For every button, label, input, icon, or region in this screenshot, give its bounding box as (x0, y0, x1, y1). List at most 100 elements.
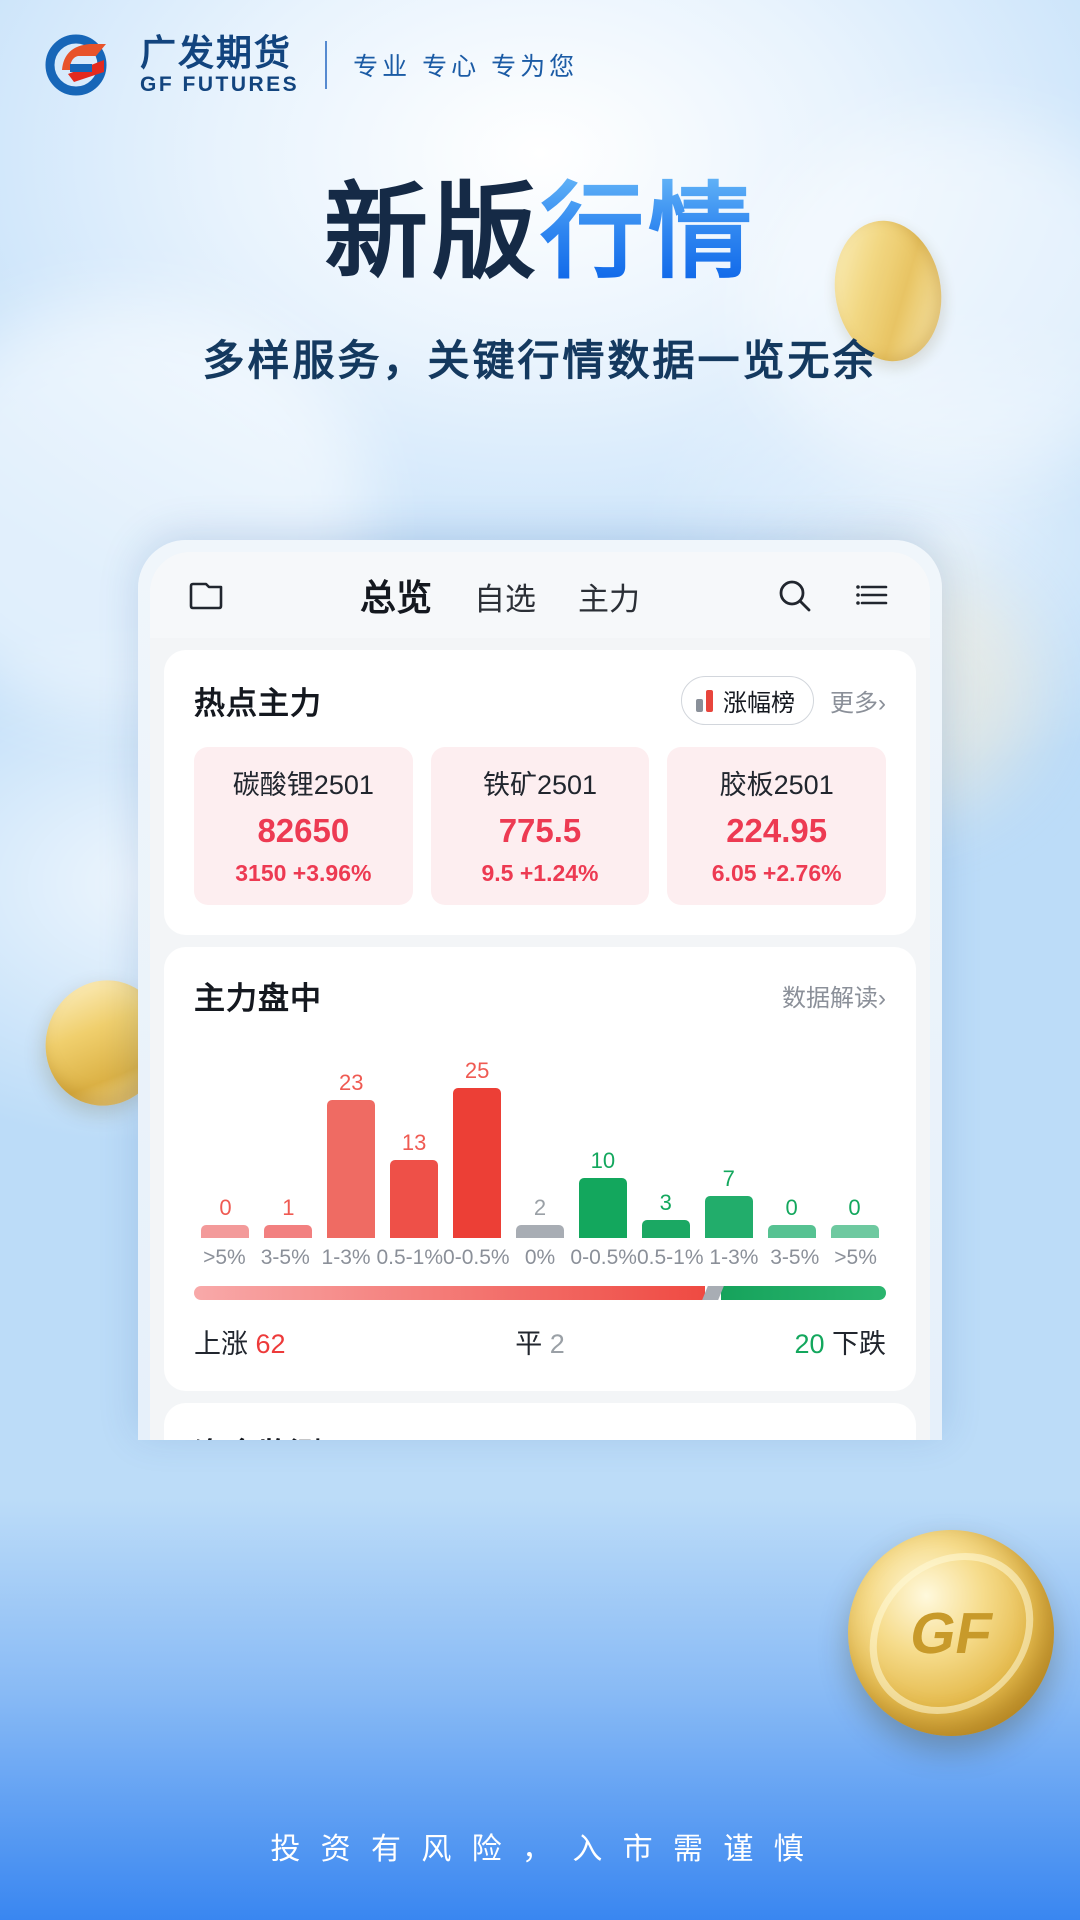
brand-divider (325, 41, 328, 89)
chart-bar-column: 3 (634, 1048, 697, 1238)
chart-x-label: 1-3% (321, 1246, 371, 1269)
updown-summary: 上涨 62 平 2 20 下跌 (194, 1322, 886, 1361)
stat-down-value: 20 (794, 1329, 825, 1359)
gainers-rank-badge[interactable]: 涨幅榜 (681, 676, 814, 725)
page-title: 新版行情 (0, 175, 1080, 291)
brand-slogan: 专业 专心 专为您 (353, 53, 579, 81)
chart-bar-column: 1 (257, 1048, 320, 1238)
tab-overview[interactable]: 总览 (360, 569, 432, 621)
coin-decoration: GF (848, 1530, 1054, 1736)
gf-logo-icon (44, 30, 114, 100)
hot-tile-name: 碳酸锂2501 (232, 770, 374, 800)
hero-title-blue: 行情 (540, 175, 757, 291)
stat-up: 上涨 62 (194, 1322, 425, 1361)
chart-x-label: 0-0.5% (443, 1246, 510, 1269)
tab-watchlist[interactable]: 自选 (474, 574, 536, 619)
chart-bar-value: 23 (339, 1070, 364, 1095)
data-analysis-link[interactable]: 数据解读› (782, 978, 886, 1013)
distribution-chart: 0 1 23 13 25 2 10 3 7 0 0 >5% 3-5% 1-3% 0.5-1% 0-0.5% 0… (194, 1048, 886, 1361)
chart-bar-column: 10 (571, 1048, 634, 1238)
gainers-rank-label: 涨幅榜 (723, 690, 795, 717)
tab-main-force[interactable]: 主力 (578, 574, 640, 619)
chart-bar-column: 7 (697, 1048, 760, 1238)
chart-bar (201, 1225, 250, 1238)
chart-x-label: 0.5-1% (376, 1246, 444, 1269)
hot-tile-change: 3150 +3.96% (235, 860, 372, 886)
chart-bar-value: 0 (219, 1195, 232, 1220)
fund-monitor-card: 资金监测 更多› 净流入TOP3 1 氧化铝2501 3.69亿 (164, 1403, 916, 1440)
app-tabs: 总览 自选 主力 (228, 569, 772, 621)
chart-x-axis: >5% 3-5% 1-3% 0.5-1% 0-0.5% 0% 0-0.5% 0.5-1% 1-3… (194, 1246, 886, 1270)
chart-bar (515, 1225, 564, 1238)
app-navbar-actions (772, 573, 896, 617)
section-title-fund: 资金监测 (194, 1429, 322, 1440)
card-header-actions: 涨幅榜 更多› (681, 676, 886, 725)
hot-main-force-card: 热点主力 涨幅榜 更多› 碳酸锂2501 82650 3150 +3.96% 铁… (164, 650, 916, 935)
chart-bar (578, 1178, 627, 1238)
hot-tile[interactable]: 铁矿2501 775.5 9.5 +1.24% (430, 747, 650, 905)
brand-name-cn: 广发期货 (140, 32, 293, 73)
stat-up-label: 上涨 (194, 1329, 248, 1359)
stat-down: 20 下跌 (655, 1322, 886, 1361)
stat-flat-label: 平 (515, 1329, 543, 1359)
chart-bar-column: 0 (823, 1048, 886, 1238)
hot-tile-name: 胶板2501 (719, 770, 834, 800)
chart-bar-column: 23 (320, 1048, 383, 1238)
app-navbar: 总览 自选 主力 (150, 552, 930, 638)
hero-title-dark: 新版 (323, 175, 540, 291)
fund-more-link[interactable]: 更多› (830, 1434, 886, 1440)
phone-mockup: 总览 自选 主力 热点主力 涨幅榜 更多› 碳酸锂2501 82650 3150… (138, 540, 942, 1440)
stat-up-value: 62 (255, 1329, 286, 1359)
chart-bar-column: 0 (194, 1048, 257, 1238)
brand-name-en: GF FUTURES (140, 73, 300, 96)
chart-bar-value: 0 (785, 1195, 798, 1220)
list-icon[interactable] (852, 573, 896, 617)
card-header: 资金监测 更多› (194, 1429, 886, 1440)
hot-tile-change: 6.05 +2.76% (711, 860, 842, 886)
chart-bar-value: 25 (464, 1058, 490, 1083)
chart-bar-value: 3 (659, 1190, 672, 1215)
chart-x-label: 3-5% (770, 1246, 820, 1269)
stat-down-label: 下跌 (832, 1329, 887, 1359)
ratio-up-segment (194, 1286, 705, 1300)
hot-tile-change: 9.5 +1.24% (481, 860, 599, 886)
card-header: 热点主力 涨幅榜 更多› (194, 676, 886, 725)
chevron-right-icon: › (878, 985, 886, 1012)
search-icon[interactable] (772, 573, 816, 617)
chart-bar-value: 10 (590, 1148, 616, 1173)
hot-more-link[interactable]: 更多› (830, 683, 886, 718)
brand-wordmark: 广发期货 GF FUTURES (140, 32, 300, 96)
rank-bars-icon (696, 689, 713, 712)
chart-x-label: 0% (524, 1246, 556, 1269)
hero-section: 新版行情 多样服务，关键行情数据一览无余 (0, 175, 1080, 388)
chart-bar-value: 1 (282, 1195, 295, 1220)
main-force-board-card: 主力盘中 数据解读› 0 1 23 13 25 2 10 3 7 0 0 >5% 3-5% 1-3% 0.… (164, 947, 916, 1391)
folder-icon[interactable] (184, 573, 228, 617)
chevron-right-icon: › (878, 690, 886, 717)
hot-tile-price: 775.5 (498, 812, 582, 849)
hot-tiles: 碳酸锂2501 82650 3150 +3.96% 铁矿2501 775.5 9… (194, 747, 887, 905)
chart-bar (264, 1225, 313, 1238)
stat-flat-value: 2 (549, 1329, 565, 1359)
section-title-board: 主力盘中 (194, 981, 322, 1016)
hot-tile[interactable]: 碳酸锂2501 82650 3150 +3.96% (194, 747, 413, 905)
app-screen: 总览 自选 主力 热点主力 涨幅榜 更多› 碳酸锂2501 82650 3150… (150, 552, 930, 1440)
brand-header: 广发期货 GF FUTURES 专业 专心 专为您 (44, 30, 578, 100)
hot-tile-name: 铁矿2501 (482, 770, 598, 800)
chart-bar-value: 7 (722, 1166, 735, 1191)
chart-x-label: 3-5% (260, 1246, 310, 1269)
hot-tile[interactable]: 胶板2501 224.95 6.05 +2.76% (667, 747, 887, 905)
hot-more-label: 更多 (830, 690, 878, 717)
chart-bar (767, 1225, 816, 1238)
hot-tile-price: 82650 (257, 812, 350, 849)
chart-bar (704, 1196, 753, 1238)
coin-label: GF (856, 1552, 1046, 1714)
data-analysis-label: 数据解读 (782, 985, 878, 1012)
chart-bar-column: 13 (383, 1048, 446, 1238)
chart-x-label: 0.5-1% (636, 1246, 704, 1269)
ratio-down-segment (721, 1286, 886, 1300)
chart-bar (641, 1220, 690, 1238)
chart-bar-value: 13 (401, 1130, 427, 1155)
ratio-bar (194, 1286, 886, 1300)
chart-bar (453, 1088, 502, 1238)
